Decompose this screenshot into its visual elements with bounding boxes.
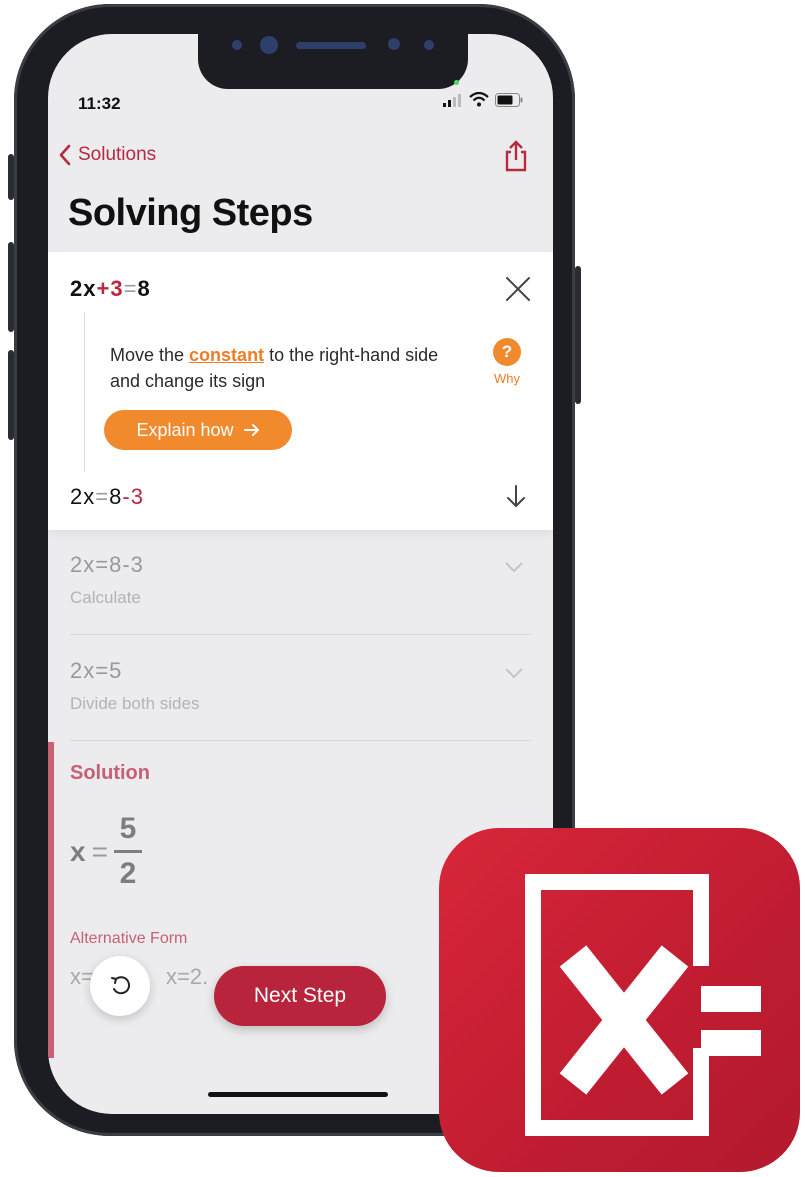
constant-link[interactable]: constant: [189, 345, 264, 365]
step-description: Move the constant to the right-hand side…: [110, 345, 439, 391]
step-label: Divide both sides: [70, 694, 200, 713]
step-label: Calculate: [70, 588, 141, 607]
page-title: Solving Steps: [68, 192, 313, 234]
share-icon: [505, 140, 527, 172]
arrow-right-icon: [243, 424, 259, 436]
step-divider: [70, 740, 531, 741]
expand-down-button[interactable]: [505, 484, 527, 513]
signal-icon: [443, 93, 461, 107]
equation-before: 2x+3=8: [70, 276, 151, 301]
step-row-divide[interactable]: 2x=5 Divide both sides: [70, 658, 531, 714]
active-step-card: 2x+3=8 Move the constant to the right-ha…: [48, 252, 553, 530]
solution-title: Solution: [70, 762, 150, 784]
solution-variable: x: [70, 835, 86, 867]
fraction-numerator: 5: [119, 812, 137, 845]
solution-fraction: 5 2: [113, 812, 142, 891]
mute-switch: [8, 154, 14, 200]
volume-down-button: [8, 350, 14, 440]
chevron-left-icon: [59, 144, 71, 166]
close-icon: [506, 277, 530, 301]
battery-icon: [495, 92, 523, 107]
step-connector: [84, 312, 85, 472]
next-step-button[interactable]: Next Step: [214, 966, 386, 1026]
wifi-icon: [469, 92, 489, 107]
undo-button[interactable]: [90, 956, 150, 1016]
step-equation: 2x=5: [70, 658, 123, 683]
camera-indicator: [454, 80, 459, 85]
why-label: Why: [494, 371, 520, 386]
step-row-calculate[interactable]: 2x=8-3 Calculate: [70, 552, 531, 608]
alternative-form-label: Alternative Form: [70, 930, 188, 947]
step-equation: 2x=8-3: [70, 552, 144, 577]
notch: [198, 34, 468, 89]
back-label: Solutions: [78, 144, 157, 165]
home-indicator: [208, 1092, 388, 1097]
why-button[interactable]: ? Why: [487, 338, 527, 386]
solution-result: x = 5 2: [70, 812, 142, 891]
close-button[interactable]: [505, 276, 531, 307]
share-button[interactable]: [503, 140, 529, 177]
chevron-down-icon: [505, 668, 523, 678]
equation-after: 2x=8-3: [70, 484, 144, 509]
status-time: 11:32: [78, 94, 121, 113]
explain-how-button[interactable]: Explain how: [104, 410, 292, 450]
x-equals-logo-icon: [525, 874, 761, 1136]
solution-accent-bar: [48, 742, 54, 1058]
explain-how-label: Explain how: [136, 419, 234, 440]
app-logo: [439, 828, 800, 1172]
undo-icon: [111, 976, 131, 995]
step-divider: [70, 634, 531, 635]
status-icons: [443, 92, 523, 107]
arrow-down-icon: [507, 485, 525, 507]
power-button: [575, 266, 581, 404]
back-button[interactable]: Solutions: [58, 144, 156, 166]
volume-up-button: [8, 242, 14, 332]
chevron-down-icon: [505, 562, 523, 572]
fraction-denominator: 2: [119, 857, 137, 890]
help-icon: ?: [493, 338, 521, 366]
